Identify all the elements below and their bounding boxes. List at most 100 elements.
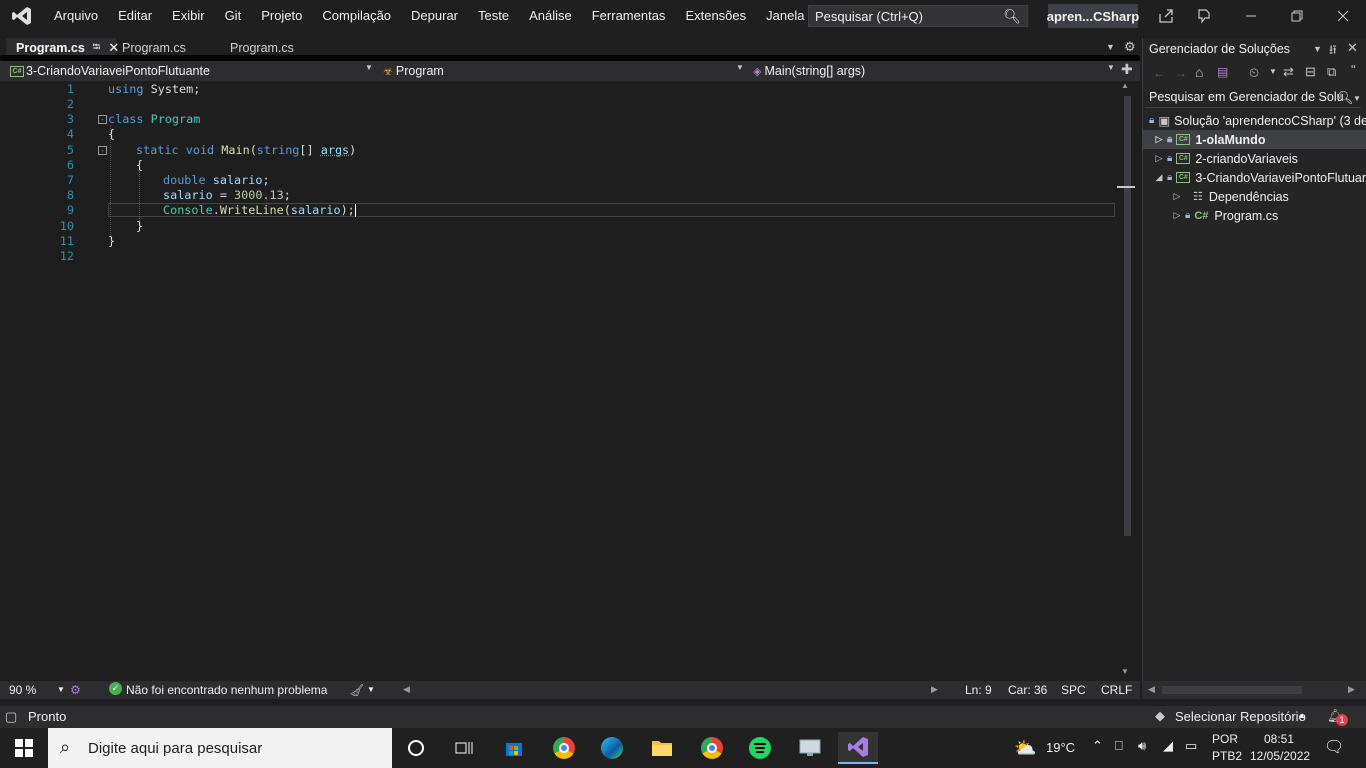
wifi-icon[interactable]: ◢: [1163, 738, 1173, 754]
task-view-icon[interactable]: [444, 732, 484, 764]
pin-icon[interactable]: ⭾: [93, 40, 101, 57]
settings-gear-icon[interactable]: ⚙: [1124, 39, 1136, 55]
scroll-left-icon[interactable]: ◀: [1148, 684, 1155, 695]
menu-git[interactable]: Git: [215, 0, 252, 32]
scroll-right-icon[interactable]: ▶: [931, 684, 938, 695]
issues-status[interactable]: Não foi encontrado nenhum problema: [126, 683, 327, 697]
scroll-up-icon[interactable]: ▲: [1121, 81, 1129, 90]
action-center-icon[interactable]: 🗨︎: [1324, 737, 1344, 757]
show-all-files-icon[interactable]: ⧉: [1327, 64, 1336, 80]
search-icon[interactable]: 🔍︎: [1337, 90, 1354, 106]
git-icon[interactable]: ◆: [1155, 708, 1165, 724]
visual-studio-logo-icon[interactable]: [0, 0, 44, 32]
chevron-down-icon[interactable]: ▼: [367, 685, 375, 694]
microsoft-store-icon[interactable]: [494, 732, 534, 764]
expand-icon[interactable]: ▷: [1171, 210, 1183, 221]
language-indicator[interactable]: POR: [1212, 732, 1238, 746]
feedback-icon[interactable]: [1195, 7, 1213, 25]
solution-search-input[interactable]: Pesquisar em Gerenciador de Solu: [1145, 88, 1361, 108]
search-input[interactable]: Pesquisar (Ctrl+Q) 🔍︎: [808, 5, 1028, 27]
pending-changes-icon[interactable]: ⏲: [1249, 65, 1259, 81]
menu-analise[interactable]: Análise: [519, 0, 582, 32]
expand-icon[interactable]: ▷: [1171, 191, 1183, 202]
live-share-icon[interactable]: [1157, 7, 1175, 25]
back-icon[interactable]: ←: [1153, 66, 1165, 80]
forward-icon[interactable]: →: [1175, 66, 1187, 80]
switch-views-icon[interactable]: ▤: [1217, 65, 1228, 79]
file-explorer-icon[interactable]: [642, 732, 682, 764]
chevron-down-icon[interactable]: ▼: [1269, 67, 1277, 76]
chevron-down-icon[interactable]: ▼: [736, 63, 744, 72]
whitespace-indicator[interactable]: SPC: [1061, 683, 1086, 697]
speaker-icon[interactable]: 🔊︎: [1138, 738, 1146, 754]
solution-explorer-hscrollbar[interactable]: ◀ ▶: [1142, 681, 1366, 699]
zoom-level[interactable]: 90 %: [9, 683, 36, 697]
menu-depurar[interactable]: Depurar: [401, 0, 468, 32]
menu-projeto[interactable]: Projeto: [251, 0, 312, 32]
chrome-profile-icon[interactable]: [692, 732, 732, 764]
expand-icon[interactable]: ▷: [1153, 134, 1165, 145]
tree-item-solution[interactable]: 🔒︎ ▣ Solução 'aprendencoCSharp' (3 de: [1143, 111, 1366, 130]
zoom-dropdown-icon[interactable]: ▼: [57, 685, 65, 694]
chevron-up-icon[interactable]: ▲: [1298, 711, 1306, 720]
menu-editar[interactable]: Editar: [108, 0, 162, 32]
scroll-down-icon[interactable]: ▼: [1121, 667, 1129, 676]
intellicode-icon[interactable]: ⚙: [70, 683, 81, 697]
visual-studio-taskbar-icon[interactable]: [838, 732, 878, 764]
menu-janela[interactable]: Janela: [756, 0, 814, 32]
menu-compilacao[interactable]: Compilação: [312, 0, 401, 32]
temperature[interactable]: 19°C: [1046, 740, 1075, 755]
chrome-icon[interactable]: [544, 732, 584, 764]
expand-icon[interactable]: ▷: [1153, 153, 1165, 164]
tree-item-project-1[interactable]: ▷ 🔒︎ C# 1-olaMundo: [1143, 130, 1366, 149]
home-icon[interactable]: ⌂: [1195, 64, 1203, 80]
output-icon[interactable]: ▢: [5, 709, 17, 725]
class-dropdown[interactable]: ☣ Program: [383, 62, 738, 80]
collapse-icon[interactable]: ◢: [1153, 172, 1165, 183]
tab-dropdown-icon[interactable]: ▼: [1106, 42, 1115, 52]
line-ending-indicator[interactable]: CRLF: [1101, 683, 1132, 697]
scroll-right-icon[interactable]: ▶: [1348, 684, 1355, 695]
chevron-down-icon[interactable]: ▼: [1353, 94, 1361, 103]
battery-icon[interactable]: ▭: [1185, 738, 1197, 754]
cortana-icon[interactable]: [396, 732, 436, 764]
menu-exibir[interactable]: Exibir: [162, 0, 215, 32]
collapse-all-icon[interactable]: ⊟: [1305, 64, 1316, 80]
edge-icon[interactable]: [592, 732, 632, 764]
menu-arquivo[interactable]: Arquivo: [44, 0, 108, 32]
panel-dropdown-icon[interactable]: ▼: [1313, 44, 1322, 54]
clock-date[interactable]: 12/05/2022: [1250, 749, 1310, 763]
menu-ferramentas[interactable]: Ferramentas: [582, 0, 676, 32]
sync-icon[interactable]: ⇄: [1283, 64, 1294, 80]
windows-start-icon[interactable]: [4, 732, 44, 764]
remote-desktop-icon[interactable]: [790, 732, 830, 764]
more-icon[interactable]: ʺ: [1351, 62, 1356, 77]
line-indicator[interactable]: Ln: 9: [965, 683, 992, 697]
code-editor[interactable]: 1 2 3 4 5 6 7 8 9 10 11 12 - - using Sys…: [0, 81, 1120, 681]
weather-icon[interactable]: ⛅: [1014, 738, 1036, 759]
tree-item-project-2[interactable]: ▷ 🔒︎ C# 2-criandoVariaveis: [1143, 149, 1366, 168]
scrollbar-thumb[interactable]: [1124, 96, 1131, 536]
spotify-icon[interactable]: [740, 732, 780, 764]
solution-name-badge[interactable]: apren...CSharp: [1048, 4, 1138, 28]
taskbar-search-input[interactable]: ⌕ Digite aqui para pesquisar: [48, 728, 392, 768]
char-indicator[interactable]: Car: 36: [1008, 683, 1047, 697]
tree-item-dependencies[interactable]: ▷ ☷ Dependências: [1143, 187, 1366, 206]
chevron-down-icon[interactable]: ▼: [1107, 63, 1115, 72]
restore-icon[interactable]: [1288, 7, 1306, 25]
collapse-icon[interactable]: -: [98, 115, 107, 124]
tree-item-project-3[interactable]: ◢ 🔒︎ C# 3-CriandoVariaveiPontoFlutuar: [1143, 168, 1366, 187]
menu-teste[interactable]: Teste: [468, 0, 519, 32]
chevron-down-icon[interactable]: ▼: [365, 63, 373, 72]
clock-time[interactable]: 08:51: [1264, 732, 1294, 746]
keyboard-layout-indicator[interactable]: PTB2: [1212, 749, 1242, 763]
split-editor-icon[interactable]: ✚: [1121, 61, 1133, 78]
panel-close-icon[interactable]: ✕: [1347, 40, 1358, 56]
network-device-icon[interactable]: ⎕: [1115, 738, 1123, 754]
member-dropdown[interactable]: ◈ Main(string[] args): [753, 62, 1108, 80]
minimize-icon[interactable]: [1242, 7, 1260, 25]
tree-item-program-cs[interactable]: ▷ 🔒︎ C# Program.cs: [1143, 206, 1366, 225]
code-cleanup-icon[interactable]: 🧹︎: [349, 683, 364, 697]
scrollbar-thumb[interactable]: [1162, 686, 1302, 694]
project-dropdown[interactable]: C# 3-CriandoVariaveiPontoFlutuante: [10, 62, 372, 80]
